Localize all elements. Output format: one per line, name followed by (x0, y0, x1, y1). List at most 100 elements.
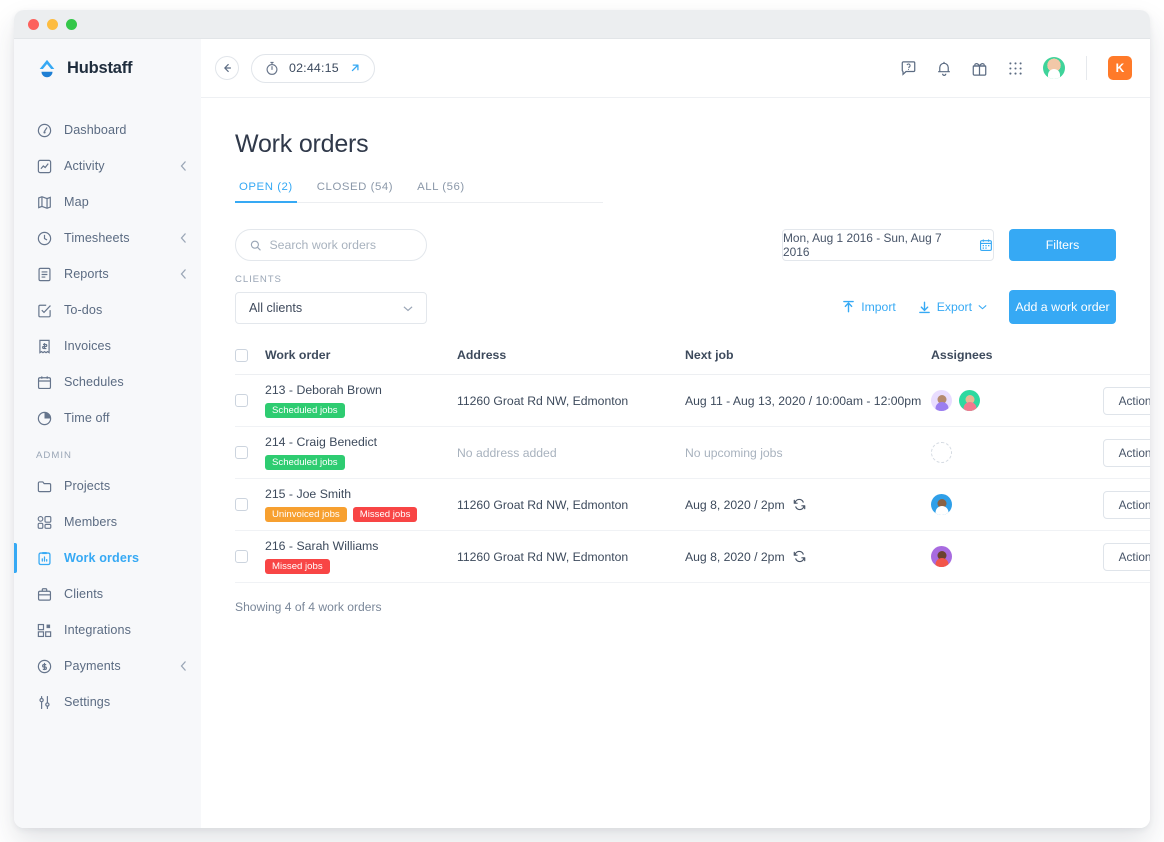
row-checkbox[interactable] (235, 498, 248, 511)
window-minimize-button[interactable] (47, 19, 58, 30)
table-row[interactable]: 216 - Sarah Williams Missed jobs 11260 G… (235, 531, 1150, 583)
sidebar-item-projects[interactable]: Projects (14, 468, 201, 504)
tab-open[interactable]: OPEN (2) (235, 181, 305, 202)
actions-button[interactable]: Actions (1103, 491, 1150, 519)
sidebar-item-activity[interactable]: Activity (14, 148, 201, 184)
date-range-picker[interactable]: Mon, Aug 1 2016 - Sun, Aug 7 2016 (782, 229, 994, 261)
sidebar-item-dashboard[interactable]: Dashboard (14, 112, 201, 148)
avatar[interactable] (931, 546, 952, 567)
sidebar-item-integrations[interactable]: Integrations (14, 612, 201, 648)
actions-button[interactable]: Actions (1103, 387, 1150, 415)
cell-assignees (931, 531, 1071, 583)
pie-clock-icon (36, 410, 53, 427)
status-badge: Scheduled jobs (265, 403, 345, 419)
sidebar-item-schedules[interactable]: Schedules (14, 364, 201, 400)
filters-button[interactable]: Filters (1009, 229, 1116, 261)
notification-bell-icon[interactable] (936, 60, 952, 77)
help-icon[interactable] (900, 60, 917, 77)
sidebar-item-payments[interactable]: Payments (14, 648, 201, 684)
date-range-value: Mon, Aug 1 2016 - Sun, Aug 7 2016 (783, 231, 970, 259)
sidebar-item-reports[interactable]: Reports (14, 256, 201, 292)
tabs: OPEN (2) CLOSED (54) ALL (56) (235, 181, 603, 203)
cell-assignees (931, 375, 1071, 427)
import-button[interactable]: Import (842, 300, 896, 314)
document-icon (36, 266, 53, 283)
window-close-button[interactable] (28, 19, 39, 30)
work-order-name[interactable]: 213 - Deborah Brown (265, 383, 457, 397)
sidebar-item-todos[interactable]: To-dos (14, 292, 201, 328)
actions-button[interactable]: Actions (1103, 439, 1150, 467)
table-row[interactable]: 214 - Craig Benedict Scheduled jobs No a… (235, 427, 1150, 479)
avatar[interactable] (959, 390, 980, 411)
sidebar-item-label: Map (64, 195, 89, 209)
actions-button[interactable]: Actions (1103, 543, 1150, 571)
brand-name: Hubstaff (67, 59, 132, 78)
sidebar-item-label: Clients (64, 587, 103, 601)
recurring-icon (793, 550, 806, 563)
timer-widget[interactable]: 02:44:15 (251, 54, 375, 83)
clients-field: CLIENTS All clients (235, 274, 427, 324)
sidebar-item-settings[interactable]: Settings (14, 684, 201, 720)
row-checkbox[interactable] (235, 446, 248, 459)
actions-label: Actions (1119, 550, 1150, 564)
status-badge: Scheduled jobs (265, 455, 345, 471)
chevron-down-icon (403, 305, 413, 312)
work-order-name[interactable]: 215 - Joe Smith (265, 487, 457, 501)
avatar[interactable] (931, 494, 952, 515)
sidebar-item-timesheets[interactable]: Timesheets (14, 220, 201, 256)
sidebar-item-clients[interactable]: Clients (14, 576, 201, 612)
actions-label: Actions (1119, 446, 1150, 460)
sidebar-item-map[interactable]: Map (14, 184, 201, 220)
workspace-badge[interactable]: K (1108, 56, 1132, 80)
cell-assignees (931, 479, 1071, 531)
tab-closed[interactable]: CLOSED (54) (305, 181, 405, 202)
import-label: Import (861, 300, 896, 314)
avatar[interactable] (1043, 57, 1065, 79)
calendar-icon (979, 238, 993, 252)
sidebar-item-label: Integrations (64, 623, 131, 637)
window-maximize-button[interactable] (66, 19, 77, 30)
select-all-checkbox[interactable] (235, 349, 248, 362)
work-order-name[interactable]: 216 - Sarah Williams (265, 539, 457, 553)
status-badge: Uninvoiced jobs (265, 507, 347, 523)
row-checkbox[interactable] (235, 394, 248, 407)
sliders-icon (36, 694, 53, 711)
table-row[interactable]: 213 - Deborah Brown Scheduled jobs 11260… (235, 375, 1150, 427)
search-input[interactable] (269, 238, 412, 252)
work-order-name[interactable]: 214 - Craig Benedict (265, 435, 457, 449)
row-select-cell (235, 375, 265, 427)
cell-next-job: Aug 8, 2020 / 2pm (685, 479, 931, 531)
address-text: No address added (457, 446, 557, 460)
invoice-icon (36, 338, 53, 355)
avatar-empty[interactable] (931, 442, 952, 463)
cell-work-order: 213 - Deborah Brown Scheduled jobs (265, 375, 457, 427)
sidebar-item-members[interactable]: Members (14, 504, 201, 540)
cell-address: 11260 Groat Rd NW, Edmonton (457, 531, 685, 583)
cell-address: No address added (457, 427, 685, 479)
recurring-icon (793, 498, 806, 511)
external-link-icon[interactable] (349, 62, 361, 74)
search-box[interactable] (235, 229, 427, 261)
tab-all[interactable]: ALL (56) (405, 181, 477, 202)
export-button[interactable]: Export (918, 300, 987, 314)
gift-icon[interactable] (971, 60, 988, 77)
export-label: Export (937, 300, 972, 314)
table-body: 213 - Deborah Brown Scheduled jobs 11260… (235, 375, 1150, 583)
sidebar-item-invoices[interactable]: Invoices (14, 328, 201, 364)
add-work-order-button[interactable]: Add a work order (1009, 290, 1116, 324)
table-row[interactable]: 215 - Joe Smith Uninvoiced jobsMissed jo… (235, 479, 1150, 531)
sidebar-item-work-orders[interactable]: Work orders (14, 540, 201, 576)
cell-address: 11260 Groat Rd NW, Edmonton (457, 479, 685, 531)
sidebar-item-time-off[interactable]: Time off (14, 400, 201, 436)
column-header-assignees: Assignees (931, 348, 1071, 375)
avatar[interactable] (931, 390, 952, 411)
row-checkbox[interactable] (235, 550, 248, 563)
brand-logo[interactable]: Hubstaff (14, 39, 201, 98)
chart-line-icon (36, 158, 53, 175)
blocks-icon (36, 622, 53, 639)
back-button[interactable] (215, 56, 239, 80)
map-icon (36, 194, 53, 211)
clients-select[interactable]: All clients (235, 292, 427, 324)
cell-actions: Actions (1071, 531, 1150, 583)
apps-grid-icon[interactable] (1007, 60, 1024, 77)
